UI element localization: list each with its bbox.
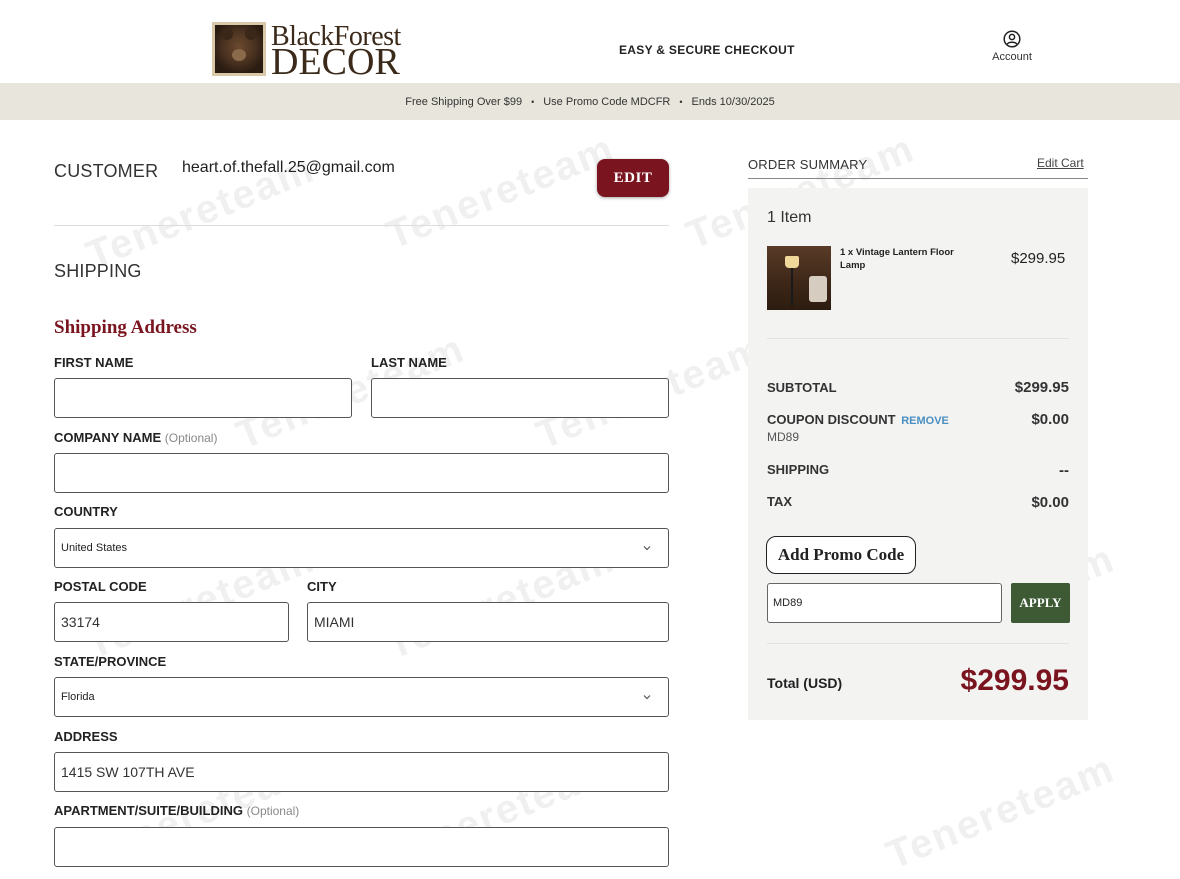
summary-divider: [748, 178, 1088, 179]
first-name-label: FIRST NAME: [54, 355, 134, 370]
state-selected-value: Florida: [61, 691, 95, 703]
shipping-cost-value: --: [1059, 462, 1069, 479]
bear-logo-icon[interactable]: [212, 22, 266, 76]
company-name-field[interactable]: [54, 453, 669, 493]
account-label: Account: [992, 51, 1032, 63]
subtotal-label: SUBTOTAL: [767, 380, 837, 395]
state-select[interactable]: Florida: [54, 677, 669, 717]
shipping-cost-label: SHIPPING: [767, 462, 830, 477]
postal-code-label: POSTAL CODE: [54, 579, 147, 594]
items-count: 1 Item: [767, 209, 812, 226]
apartment-label: APARTMENT/SUITE/BUILDING (Optional): [54, 803, 299, 818]
checkout-title: EASY & SECURE CHECKOUT: [619, 43, 795, 57]
remove-coupon-link[interactable]: REMOVE: [901, 415, 949, 427]
promo-item: Use Promo Code MDCFR: [543, 95, 671, 108]
tax-label: TAX: [767, 494, 793, 509]
apartment-label-text: APARTMENT/SUITE/BUILDING: [54, 803, 243, 818]
chevron-down-icon: [643, 546, 651, 551]
optional-hint: (Optional): [164, 431, 218, 445]
total-value: $299.95: [960, 664, 1069, 697]
apply-promo-button[interactable]: APPLY: [1011, 583, 1070, 623]
last-name-label: LAST NAME: [371, 355, 447, 370]
company-name-label: COMPANY NAME (Optional): [54, 430, 217, 445]
logo-wordmark-bottom[interactable]: DECOR: [271, 42, 400, 82]
product-price: $299.95: [1011, 250, 1066, 267]
order-summary-heading: ORDER SUMMARY: [748, 157, 868, 172]
applied-coupon-code: MD89: [767, 430, 800, 444]
state-label: STATE/PROVINCE: [54, 654, 167, 669]
watermark-text: Tenereteam: [880, 746, 1121, 878]
edit-cart-link[interactable]: Edit Cart: [1037, 156, 1084, 170]
user-icon: [1003, 30, 1021, 48]
add-promo-code-button[interactable]: Add Promo Code: [766, 536, 916, 574]
promo-code-input[interactable]: MD89: [767, 583, 1002, 623]
apartment-field[interactable]: [54, 827, 669, 867]
watermark-text: Tenereteam: [380, 126, 621, 258]
coupon-discount-label: COUPON DISCOUNT REMOVE: [767, 412, 949, 427]
edit-customer-button[interactable]: EDIT: [597, 159, 669, 197]
customer-email: heart.of.thefall.25@gmail.com: [182, 159, 395, 176]
section-divider: [54, 225, 669, 226]
city-field[interactable]: MIAMI: [307, 602, 669, 642]
shipping-address-heading: Shipping Address: [54, 317, 197, 338]
summary-divider: [767, 338, 1069, 339]
last-name-field[interactable]: [371, 378, 669, 418]
total-label: Total (USD): [767, 675, 843, 691]
shipping-heading: SHIPPING: [54, 261, 142, 281]
promo-banner: Free Shipping Over $99 • Use Promo Code …: [0, 83, 1180, 120]
address-field[interactable]: 1415 SW 107TH AVE: [54, 752, 669, 792]
product-thumbnail: [767, 246, 831, 310]
country-selected-value: United States: [61, 542, 128, 554]
tax-value: $0.00: [1031, 494, 1069, 511]
account-link[interactable]: Account: [986, 30, 1038, 63]
address-label: ADDRESS: [54, 729, 118, 744]
promo-item: Free Shipping Over $99: [405, 95, 523, 108]
summary-divider: [767, 643, 1069, 644]
first-name-field[interactable]: [54, 378, 352, 418]
city-label: CITY: [307, 579, 337, 594]
chevron-down-icon: [643, 695, 651, 700]
country-select[interactable]: United States: [54, 528, 669, 568]
product-name: 1 x Vintage Lantern Floor Lamp: [840, 247, 954, 271]
optional-hint: (Optional): [246, 804, 300, 818]
coupon-discount-text: COUPON DISCOUNT: [767, 412, 896, 427]
company-name-label-text: COMPANY NAME: [54, 430, 162, 445]
country-label: COUNTRY: [54, 504, 118, 519]
site-header: BlackForest DECOR EASY & SECURE CHECKOUT…: [0, 0, 1180, 83]
promo-separator: •: [679, 96, 683, 107]
customer-heading: CUSTOMER: [54, 161, 159, 181]
postal-code-field[interactable]: 33174: [54, 602, 289, 642]
subtotal-value: $299.95: [1014, 379, 1069, 396]
promo-separator: •: [531, 96, 535, 107]
coupon-discount-value: $0.00: [1031, 411, 1069, 428]
promo-item: Ends 10/30/2025: [691, 95, 775, 108]
